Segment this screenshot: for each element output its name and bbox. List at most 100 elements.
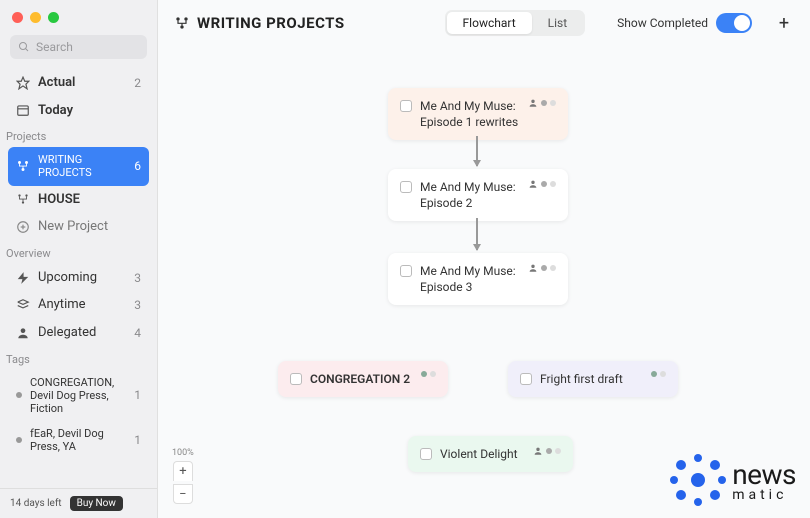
status-dot <box>541 265 547 271</box>
checkbox[interactable] <box>520 373 532 385</box>
sidebar-label: CONGREGATION, Devil Dog Press, Fiction <box>30 376 126 416</box>
buy-now-button[interactable]: Buy Now <box>70 496 123 511</box>
sidebar-item-delegated[interactable]: Delegated 4 <box>8 319 149 347</box>
status-dot <box>541 100 547 106</box>
checkbox[interactable] <box>420 448 432 460</box>
flow-icon <box>174 15 190 31</box>
status-dot <box>541 181 547 187</box>
sidebar-tag-item[interactable]: CONGREGATION, Devil Dog Press, Fiction 1 <box>8 370 149 422</box>
sidebar-label: Upcoming <box>38 270 126 286</box>
sidebar-label: HOUSE <box>38 192 141 208</box>
sidebar-label: New Project <box>38 219 141 235</box>
sidebar-project-house[interactable]: HOUSE <box>8 186 149 214</box>
dot-icon <box>16 392 22 398</box>
task-card[interactable]: Violent Delight <box>408 436 573 472</box>
sidebar-item-today[interactable]: Today <box>8 97 149 125</box>
sidebar-item-upcoming[interactable]: Upcoming 3 <box>8 264 149 292</box>
trial-footer: 14 days left Buy Now <box>0 488 157 518</box>
card-meta <box>533 446 561 456</box>
watermark-text: news matic <box>732 458 796 503</box>
sidebar-project-writing[interactable]: WRITING PROJECTS 6 <box>8 147 149 185</box>
show-completed-control: Show Completed <box>617 13 752 33</box>
sidebar-count: 1 <box>134 388 141 402</box>
tab-flowchart[interactable]: Flowchart <box>447 12 532 34</box>
assignee-icon <box>528 179 538 189</box>
checkbox[interactable] <box>290 373 302 385</box>
card-title: Violent Delight <box>440 446 525 462</box>
status-dot <box>660 371 666 377</box>
show-completed-label: Show Completed <box>617 16 708 30</box>
new-project-button[interactable]: New Project <box>8 213 149 241</box>
watermark-logo: news matic <box>670 452 796 508</box>
sidebar-count: 3 <box>134 298 141 312</box>
star-icon <box>16 76 30 90</box>
flow-arrow <box>476 218 478 250</box>
zoom-level: 100% <box>172 448 194 458</box>
task-card[interactable]: Me And My Muse: Episode 1 rewrites <box>388 88 568 140</box>
card-meta <box>528 179 556 189</box>
card-title: Me And My Muse: Episode 2 <box>420 179 520 211</box>
sidebar-count: 1 <box>134 433 141 447</box>
sidebar-count: 3 <box>134 271 141 285</box>
page-title: WRITING PROJECTS <box>197 14 345 32</box>
search-icon <box>18 41 30 53</box>
bolt-icon <box>16 271 30 285</box>
maximize-window-button[interactable] <box>48 12 59 23</box>
show-completed-toggle[interactable] <box>716 13 752 33</box>
minimize-window-button[interactable] <box>30 12 41 23</box>
sidebar-item-anytime[interactable]: Anytime 3 <box>8 291 149 319</box>
card-meta <box>421 371 436 377</box>
zoom-controls: 100% + − <box>172 448 194 504</box>
status-dot <box>430 371 436 377</box>
assignee-icon <box>528 263 538 273</box>
checkbox[interactable] <box>400 100 412 112</box>
sidebar-count: 6 <box>134 159 141 173</box>
close-window-button[interactable] <box>12 12 23 23</box>
tab-list[interactable]: List <box>532 12 584 34</box>
main-area: WRITING PROJECTS Flowchart List Show Com… <box>158 0 810 518</box>
flow-icon <box>16 159 30 173</box>
plus-circle-icon <box>16 220 30 234</box>
checkbox[interactable] <box>400 265 412 277</box>
checkbox[interactable] <box>400 181 412 193</box>
tags-heading: Tags <box>0 347 157 370</box>
card-meta <box>528 98 556 108</box>
flow-icon <box>16 192 30 206</box>
card-meta <box>528 263 556 273</box>
topbar: WRITING PROJECTS Flowchart List Show Com… <box>158 0 810 46</box>
task-card[interactable]: Fright first draft <box>508 361 678 397</box>
calendar-icon <box>16 103 30 117</box>
dot-icon <box>16 437 22 443</box>
status-dot <box>546 448 552 454</box>
status-dot <box>651 371 657 377</box>
task-card[interactable]: Me And My Muse: Episode 2 <box>388 169 568 221</box>
zoom-out-button[interactable]: − <box>173 484 193 504</box>
search-input[interactable]: Search <box>10 35 147 59</box>
sidebar-label: Today <box>38 103 141 119</box>
sidebar-label: Anytime <box>38 297 126 313</box>
sidebar-count: 4 <box>134 326 141 340</box>
status-dot <box>550 181 556 187</box>
assignee-icon <box>528 98 538 108</box>
zoom-in-button[interactable]: + <box>173 461 193 481</box>
projects-heading: Projects <box>0 124 157 147</box>
status-dot <box>550 265 556 271</box>
card-title: CONGREGATION 2 <box>310 371 413 387</box>
status-dot <box>550 100 556 106</box>
card-title: Me And My Muse: Episode 1 rewrites <box>420 98 520 130</box>
flowchart-canvas[interactable]: Me And My Muse: Episode 1 rewrites Me An… <box>158 46 810 518</box>
card-title: Me And My Muse: Episode 3 <box>420 263 520 295</box>
assignee-icon <box>533 446 543 456</box>
overview-heading: Overview <box>0 241 157 264</box>
person-icon <box>16 326 30 340</box>
task-card[interactable]: Me And My Muse: Episode 3 <box>388 253 568 305</box>
sidebar-label: Actual <box>38 75 126 91</box>
flow-arrow <box>476 136 478 166</box>
sidebar-tag-item[interactable]: fEaR, Devil Dog Press, YA 1 <box>8 421 149 459</box>
view-toggle: Flowchart List <box>445 10 586 36</box>
task-card[interactable]: CONGREGATION 2 <box>278 361 448 397</box>
sidebar-item-actual[interactable]: Actual 2 <box>8 69 149 97</box>
card-title: Fright first draft <box>540 371 643 387</box>
sidebar-label: Delegated <box>38 325 126 341</box>
add-button[interactable]: + <box>774 13 794 33</box>
